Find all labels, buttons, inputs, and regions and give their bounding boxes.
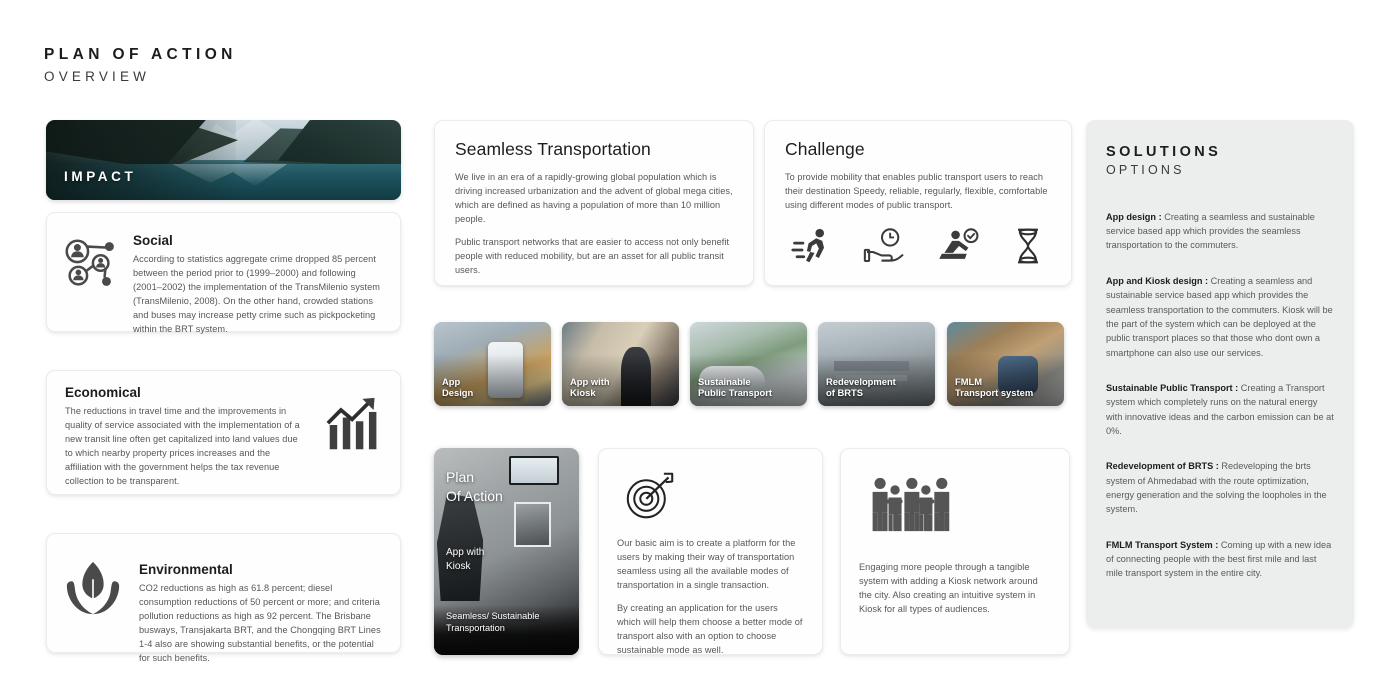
seated-passenger-check-icon — [937, 228, 981, 264]
people-network-icon — [47, 213, 133, 295]
environmental-card-text: CO2 reductions as high as 61.8 percent; … — [139, 583, 381, 663]
solutions-subtitle: OPTIONS — [1106, 163, 1185, 178]
running-person-icon — [791, 228, 833, 264]
seamless-title: Seamless Transportation — [455, 139, 651, 159]
thumbnail-caption: Redevelopment of BRTS — [826, 375, 896, 399]
thumbnail-caption: FMLM Transport system — [955, 375, 1034, 399]
plan-of-action-overview-page: PLAN OF ACTION OVERVIEW IMPACT Social Ac… — [0, 0, 1400, 700]
economical-card-title: Economical — [65, 385, 141, 400]
thumbnail-fmlm-transport-system[interactable]: FMLM Transport system — [947, 322, 1064, 406]
challenge-title: Challenge — [785, 139, 865, 159]
thumbnail-caption: Sustainable Public Transport — [698, 375, 772, 399]
poster-subtitle: App with Kiosk — [446, 547, 485, 572]
economical-card-text: The reductions in travel time and the im… — [65, 406, 300, 486]
challenge-card[interactable]: Challenge To provide mobility that enabl… — [764, 120, 1072, 286]
growth-chart-arrow-icon — [308, 371, 400, 453]
seamless-paragraph-2: Public transport networks that are easie… — [455, 236, 730, 275]
poster-footer: Seamless/ Sustainable Transportation — [446, 610, 540, 634]
solution-text: Creating a seamless and sustainable serv… — [1106, 275, 1333, 358]
solution-label: Sustainable Public Transport : — [1106, 382, 1239, 393]
impact-card-environmental[interactable]: Environmental CO2 reductions as high as … — [46, 533, 401, 663]
impact-banner-image — [46, 120, 401, 200]
solution-label: Redevelopment of BRTS : — [1106, 461, 1219, 472]
solution-item-fmlm-transport-system[interactable]: FMLM Transport System : Coming up with a… — [1106, 538, 1334, 581]
social-card-title: Social — [133, 233, 173, 248]
group-of-people-icon — [867, 475, 1051, 533]
seamless-transportation-card[interactable]: Seamless Transportation We live in an er… — [434, 120, 754, 286]
social-card-text: According to statistics aggregate crime … — [133, 254, 380, 334]
poster-title: Plan Of Action — [446, 469, 503, 504]
thumbnail-sustainable-public-transport[interactable]: Sustainable Public Transport — [690, 322, 807, 406]
engagement-card[interactable]: Engaging more people through a tangible … — [840, 448, 1070, 655]
environmental-card-title: Environmental — [139, 562, 233, 577]
thumbnail-caption: App with Kiosk — [570, 375, 610, 399]
page-subtitle: OVERVIEW — [44, 69, 151, 85]
solution-label: App and Kiosk design : — [1106, 275, 1209, 286]
solution-label: App design : — [1106, 211, 1162, 222]
thumbnail-app-design[interactable]: App Design — [434, 322, 551, 406]
solutions-options-panel: SOLUTIONS OPTIONS App design : Creating … — [1086, 120, 1354, 628]
solution-label: FMLM Transport System : — [1106, 539, 1219, 550]
basic-aim-card[interactable]: Our basic aim is to create a platform fo… — [598, 448, 823, 655]
solution-item-app-and-kiosk-design[interactable]: App and Kiosk design : Creating a seamle… — [1106, 274, 1334, 360]
seamless-paragraph-1: We live in an era of a rapidly-growing g… — [455, 172, 733, 224]
aim-paragraph-1: Our basic aim is to create a platform fo… — [617, 538, 796, 590]
target-dartboard-icon — [623, 471, 804, 521]
engage-paragraph: Engaging more people through a tangible … — [859, 562, 1038, 614]
impact-card-social[interactable]: Social According to statistics aggregate… — [46, 212, 401, 334]
plan-of-action-poster-card[interactable]: Plan Of Action App with Kiosk Seamless/ Su… — [434, 448, 579, 655]
thumbnail-app-with-kiosk[interactable]: App with Kiosk — [562, 322, 679, 406]
hourglass-icon — [1011, 227, 1045, 265]
impact-banner[interactable]: IMPACT — [46, 120, 401, 200]
page-title: PLAN OF ACTION — [44, 46, 237, 63]
solutions-title: SOLUTIONS — [1106, 144, 1222, 160]
aim-paragraph-2: By creating an application for the users… — [617, 602, 803, 655]
page-header: PLAN OF ACTION OVERVIEW — [44, 44, 237, 87]
hand-with-clock-icon — [863, 228, 907, 264]
impact-banner-label: IMPACT — [64, 169, 137, 184]
impact-card-economical[interactable]: Economical The reductions in travel time… — [46, 370, 401, 495]
solution-item-app-design[interactable]: App design : Creating a seamless and sus… — [1106, 210, 1334, 253]
thumbnail-caption: App Design — [442, 375, 474, 399]
solution-item-redevelopment-of-brts[interactable]: Redevelopment of BRTS : Redeveloping the… — [1106, 459, 1334, 516]
challenge-paragraph: To provide mobility that enables public … — [785, 172, 1048, 210]
thumbnail-redevelopment-of-brts[interactable]: Redevelopment of BRTS — [818, 322, 935, 406]
solution-item-sustainable-public-transport[interactable]: Sustainable Public Transport : Creating … — [1106, 381, 1334, 438]
leaf-in-hands-icon — [47, 534, 139, 618]
